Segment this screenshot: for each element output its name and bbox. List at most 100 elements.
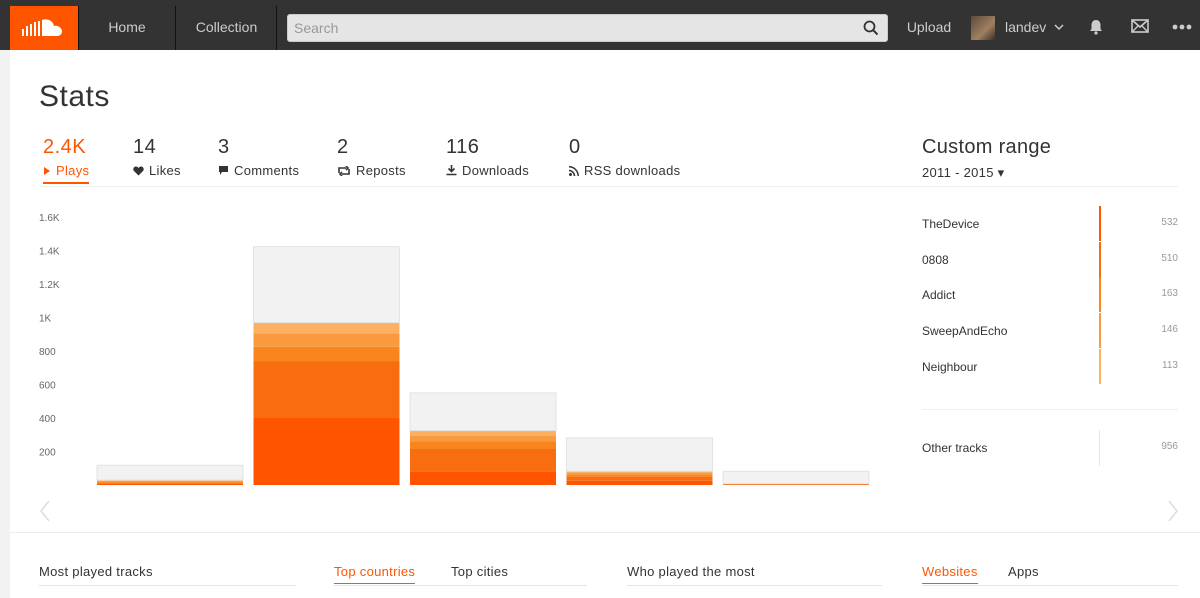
download-icon <box>446 165 457 176</box>
other-tracks-count: 956 <box>1161 441 1178 452</box>
play-icon <box>44 167 50 175</box>
other-tracks-row[interactable]: Other tracks 956 <box>922 430 1178 466</box>
bar-segment[interactable] <box>253 418 400 485</box>
y-tick-label: 1K <box>39 314 52 325</box>
track-legend: TheDevice 532 0808 510 Addict 163 SweepA… <box>922 206 1178 384</box>
range-title: Custom range <box>922 136 1052 158</box>
bar-segment[interactable] <box>253 361 400 418</box>
tabgroup-locations: Top countries Top cities <box>334 564 587 586</box>
stat-plays[interactable]: 2.4K Plays <box>43 136 90 184</box>
tabgroup-tracks: Most played tracks <box>39 564 296 586</box>
track-color-bar <box>1099 348 1101 384</box>
bar-segment[interactable] <box>410 448 556 472</box>
track-color-bar <box>1099 313 1101 349</box>
stat-value: 116 <box>446 136 480 158</box>
stat-reposts[interactable]: 2 Reposts <box>337 136 406 178</box>
range-value: 2011 - 2015 ▾ <box>922 165 1005 180</box>
track-name: TheDevice <box>922 217 980 231</box>
y-tick-label: 1.4K <box>39 247 60 258</box>
stat-rss-downloads[interactable]: 0 RSS downloads <box>568 136 680 178</box>
bar-segment[interactable] <box>410 471 556 485</box>
chevron-right-icon[interactable] <box>1167 500 1179 522</box>
bar-segment[interactable] <box>410 441 556 449</box>
nav-home[interactable]: Home <box>78 6 176 50</box>
rss-icon <box>568 166 579 177</box>
bell-icon[interactable] <box>1088 19 1104 35</box>
date-range-picker[interactable]: Custom range 2011 - 2015 ▾ <box>922 136 1051 181</box>
stats-content: Stats 2.4K Plays 14 Likes 3 Comments 2 R… <box>10 50 1200 598</box>
track-name: 0808 <box>922 252 949 267</box>
bar-segment[interactable] <box>253 246 400 324</box>
bar-segment[interactable] <box>253 346 400 362</box>
bar-segment[interactable] <box>566 476 713 481</box>
track-name: SweepAndEcho <box>922 324 1008 339</box>
divider <box>10 532 1200 533</box>
stat-label: Reposts <box>337 163 406 178</box>
bar-segment[interactable] <box>566 472 713 475</box>
tab-top-cities[interactable]: Top cities <box>451 564 508 579</box>
stat-value: 3 <box>218 136 230 158</box>
bar-segment[interactable] <box>97 481 243 483</box>
tab-top-countries[interactable]: Top countries <box>334 564 416 584</box>
stat-label: Likes <box>133 163 181 178</box>
bar-segment[interactable] <box>566 474 713 477</box>
track-color-bar <box>1099 241 1101 277</box>
track-count: 146 <box>1161 324 1178 336</box>
bar-segment[interactable] <box>566 480 713 485</box>
track-row[interactable]: 0808 510 <box>922 241 1178 278</box>
stat-comments[interactable]: 3 Comments <box>218 136 299 178</box>
nav-collection[interactable]: Collection <box>177 6 277 50</box>
bar-segment[interactable] <box>566 437 713 472</box>
track-row[interactable]: Addict 163 <box>922 277 1178 313</box>
stat-value: 14 <box>133 136 157 158</box>
tab-apps[interactable]: Apps <box>1008 564 1039 579</box>
username: landev <box>1005 19 1047 35</box>
search-icon[interactable] <box>863 20 879 36</box>
soundcloud-cloud-icon <box>22 19 62 36</box>
comment-icon <box>219 166 228 175</box>
chevron-down-icon <box>1054 24 1064 31</box>
track-row[interactable]: Neighbour 113 <box>922 348 1178 385</box>
bar-segment[interactable] <box>253 333 400 347</box>
search-input[interactable] <box>288 15 848 41</box>
bar-segment[interactable] <box>409 392 557 432</box>
bar-segment[interactable] <box>96 464 244 481</box>
tab-websites[interactable]: Websites <box>922 564 978 584</box>
bar-segment[interactable] <box>723 484 869 485</box>
upload-link[interactable]: Upload <box>898 6 960 50</box>
bar-segment[interactable] <box>410 435 556 442</box>
bar-segment[interactable] <box>722 470 870 485</box>
chevron-left-icon[interactable] <box>39 500 51 522</box>
divider <box>922 409 1178 410</box>
plays-chart-svg: 2004006008001K1.2K1.4K1.6K20112012201320… <box>39 213 870 513</box>
divider <box>39 186 1178 187</box>
tabgroup-listeners: Who played the most <box>627 564 882 586</box>
stat-value: 0 <box>569 136 581 158</box>
track-row[interactable]: SweepAndEcho 146 <box>922 313 1178 349</box>
track-count: 113 <box>1162 359 1178 371</box>
soundcloud-logo[interactable] <box>10 6 78 50</box>
track-color-bar <box>1099 206 1101 241</box>
track-color-bar <box>1099 430 1100 466</box>
stat-downloads[interactable]: 116 Downloads <box>446 136 529 178</box>
mail-icon[interactable] <box>1131 19 1149 33</box>
track-row[interactable]: TheDevice 532 <box>922 206 1178 242</box>
heart-icon <box>133 166 144 176</box>
bar-segment[interactable] <box>97 483 243 485</box>
search-box <box>287 14 888 42</box>
bar-segment[interactable] <box>253 322 400 334</box>
plays-chart: 2004006008001K1.2K1.4K1.6K20112012201320… <box>10 200 890 513</box>
user-menu[interactable]: landev <box>968 6 1076 50</box>
tab-most-played-tracks[interactable]: Most played tracks <box>39 564 153 579</box>
track-count: 532 <box>1161 217 1178 228</box>
y-tick-label: 1.2K <box>39 280 60 291</box>
y-tick-label: 1.6K <box>39 213 60 224</box>
tab-who-played-the-most[interactable]: Who played the most <box>627 564 755 579</box>
stat-value: 2 <box>337 136 349 158</box>
bar-segment[interactable] <box>97 480 243 482</box>
bar-segment[interactable] <box>97 482 243 484</box>
bar-segment[interactable] <box>410 430 556 436</box>
more-icon[interactable] <box>1172 24 1192 30</box>
stat-likes[interactable]: 14 Likes <box>133 136 181 178</box>
track-count: 510 <box>1161 252 1178 264</box>
